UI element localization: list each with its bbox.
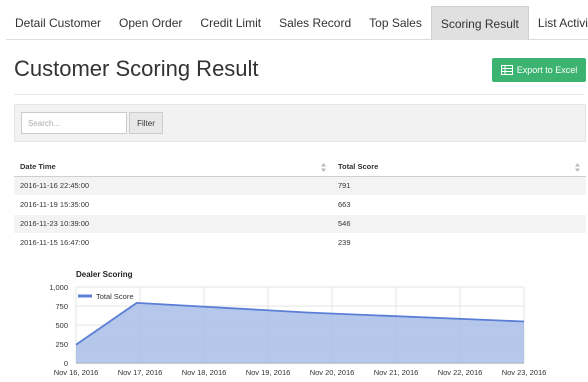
- export-to-excel-button[interactable]: Export to Excel: [492, 58, 586, 82]
- tab-open-order[interactable]: Open Order: [110, 6, 191, 40]
- cell-total-score: 663: [332, 195, 586, 215]
- x-tick-label: Nov 20, 2016: [310, 368, 355, 377]
- y-tick-label: 750: [55, 302, 68, 311]
- cell-date-time: 2016-11-16 22:45:00: [14, 176, 332, 196]
- column-header-label: Date Time: [20, 162, 56, 172]
- divider: [14, 94, 584, 95]
- legend-label: Total Score: [96, 292, 134, 301]
- x-tick-label: Nov 18, 2016: [182, 368, 227, 377]
- dealer-scoring-chart: 0 250 500 750 1,000 Nov 16, 2016 Nov 17, 2016 N…: [49, 283, 547, 377]
- tab-scoring-result[interactable]: Scoring Result: [430, 6, 529, 40]
- x-tick-label: Nov 16, 2016: [54, 368, 99, 377]
- table-row[interactable]: 2016-11-19 15:35:00 663: [14, 195, 586, 215]
- column-header-label: Total Score: [338, 162, 379, 172]
- score-table: Date Time Total Score 2016-11-16 22:45:0…: [14, 158, 586, 253]
- y-tick-label: 250: [55, 340, 68, 349]
- search-input[interactable]: [21, 112, 127, 134]
- y-tick-label: 0: [64, 359, 68, 368]
- tab-credit-limit[interactable]: Credit Limit: [191, 6, 270, 40]
- cell-total-score: 791: [332, 176, 586, 196]
- column-header-total-score[interactable]: Total Score: [332, 158, 586, 177]
- x-tick-label: Nov 23, 2016: [502, 368, 547, 377]
- tab-bar: Detail Customer Open Order Credit Limit …: [6, 6, 588, 40]
- tab-detail-customer[interactable]: Detail Customer: [6, 6, 110, 40]
- x-tick-label: Nov 17, 2016: [118, 368, 163, 377]
- cell-date-time: 2016-11-19 15:35:00: [14, 195, 332, 215]
- y-tick-label: 1,000: [49, 283, 68, 292]
- spreadsheet-icon: [500, 65, 513, 75]
- tab-list-activity[interactable]: List Activity: [529, 6, 588, 40]
- cell-total-score: 239: [332, 233, 586, 253]
- cell-total-score: 546: [332, 214, 586, 234]
- sort-icon: [321, 163, 326, 172]
- filter-button[interactable]: Filter: [129, 112, 163, 134]
- x-tick-label: Nov 21, 2016: [374, 368, 419, 377]
- tab-top-sales[interactable]: Top Sales: [360, 6, 431, 40]
- export-button-label: Export to Excel: [516, 65, 578, 75]
- page-title: Customer Scoring Result: [14, 56, 259, 81]
- column-header-date-time[interactable]: Date Time: [14, 158, 332, 177]
- table-row[interactable]: 2016-11-16 22:45:00 791: [14, 176, 586, 196]
- table-header-row: Date Time Total Score: [14, 158, 586, 177]
- x-tick-label: Nov 22, 2016: [438, 368, 483, 377]
- y-tick-label: 500: [55, 321, 68, 330]
- filter-panel: Filter: [14, 104, 586, 142]
- table-row[interactable]: 2016-11-15 16:47:00 239: [14, 233, 586, 253]
- tab-sales-record[interactable]: Sales Record: [270, 6, 360, 40]
- x-tick-label: Nov 19, 2016: [246, 368, 291, 377]
- table-row[interactable]: 2016-11-23 10:39:00 546: [14, 214, 586, 234]
- cell-date-time: 2016-11-15 16:47:00: [14, 233, 332, 253]
- cell-date-time: 2016-11-23 10:39:00: [14, 214, 332, 234]
- sort-icon: [575, 163, 580, 172]
